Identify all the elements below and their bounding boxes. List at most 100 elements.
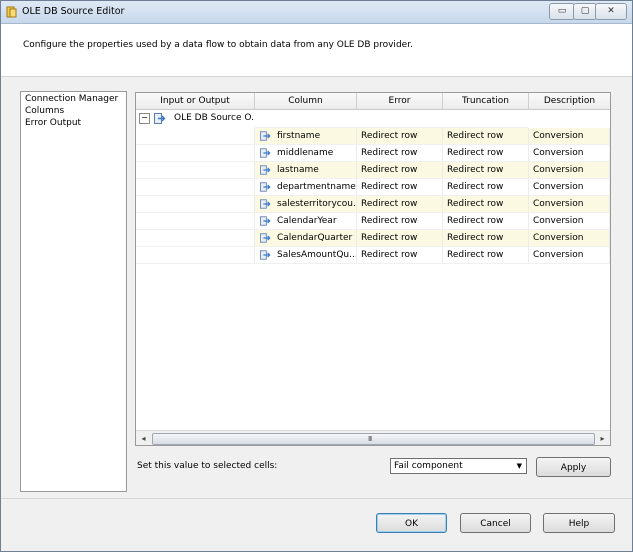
- page-navigation-list: Connection Manager Columns Error Output: [20, 91, 127, 492]
- error-action-dropdown[interactable]: Fail component ▼: [390, 458, 527, 474]
- cell-truncation-text: Redirect row: [447, 182, 504, 192]
- cell-column-text: salesterritorycou...: [277, 199, 357, 209]
- apply-button[interactable]: Apply: [536, 457, 611, 477]
- cell-error-text: Redirect row: [361, 216, 418, 226]
- nav-item-error-output[interactable]: Error Output: [25, 118, 81, 128]
- cell-column[interactable]: SalesAmountQu...: [255, 247, 357, 264]
- nav-item-connection-manager[interactable]: Connection Manager: [25, 94, 118, 104]
- cell-description[interactable]: Conversion: [529, 162, 610, 179]
- cell-description-text: Conversion: [533, 250, 584, 260]
- cell-truncation-text: Redirect row: [447, 148, 504, 158]
- cell-description[interactable]: Conversion: [529, 247, 610, 264]
- table-row[interactable]: SalesAmountQu... Redirect row Redirect row…: [136, 247, 610, 264]
- ok-button[interactable]: OK: [376, 513, 447, 533]
- dialog-window: OLE DB Source Editor ▭ ▢ ✕ Configure the…: [0, 0, 633, 552]
- cell-error[interactable]: Redirect row: [357, 179, 443, 196]
- cell-input-or-output: [136, 179, 255, 196]
- title-bar[interactable]: OLE DB Source Editor ▭ ▢ ✕: [1, 1, 632, 24]
- cell-truncation[interactable]: Redirect row: [443, 213, 529, 230]
- cell-error-text: Redirect row: [361, 250, 418, 260]
- cell-truncation[interactable]: Redirect row: [443, 230, 529, 247]
- cell-error[interactable]: Redirect row: [357, 128, 443, 145]
- dropdown-selected-value: Fail component: [394, 461, 463, 471]
- header-description[interactable]: Description: [529, 93, 610, 110]
- output-column-icon: [260, 165, 271, 175]
- output-column-icon: [260, 182, 271, 192]
- close-button[interactable]: ✕: [595, 3, 627, 20]
- cell-truncation-text: Redirect row: [447, 199, 504, 209]
- header-band: Configure the properties used by a data …: [1, 24, 632, 77]
- cell-error[interactable]: Redirect row: [357, 162, 443, 179]
- cell-truncation[interactable]: Redirect row: [443, 128, 529, 145]
- header-input-or-output[interactable]: Input or Output: [136, 93, 255, 110]
- scroll-left-icon[interactable]: ◂: [136, 431, 151, 445]
- cell-column[interactable]: CalendarYear: [255, 213, 357, 230]
- cell-truncation-text: Redirect row: [447, 250, 504, 260]
- cell-description[interactable]: Conversion: [529, 179, 610, 196]
- cell-description[interactable]: Conversion: [529, 128, 610, 145]
- cell-description[interactable]: Conversion: [529, 196, 610, 213]
- cell-error[interactable]: Redirect row: [357, 230, 443, 247]
- header-truncation[interactable]: Truncation: [443, 93, 529, 110]
- cell-error[interactable]: Redirect row: [357, 213, 443, 230]
- cell-error-text: Redirect row: [361, 233, 418, 243]
- scroll-thumb[interactable]: III: [152, 433, 595, 445]
- cell-input-or-output: [136, 213, 255, 230]
- cell-truncation[interactable]: Redirect row: [443, 179, 529, 196]
- cell-column[interactable]: lastname: [255, 162, 357, 179]
- cell-column[interactable]: departmentname: [255, 179, 357, 196]
- header-column[interactable]: Column: [255, 93, 357, 110]
- cell-description-text: Conversion: [533, 148, 584, 158]
- window-title: OLE DB Source Editor: [22, 6, 125, 17]
- cell-truncation[interactable]: Redirect row: [443, 247, 529, 264]
- cell-column[interactable]: firstname: [255, 128, 357, 145]
- table-row[interactable]: firstname Redirect row Redirect row Convers…: [136, 128, 610, 145]
- cell-error-text: Redirect row: [361, 131, 418, 141]
- output-column-icon: [260, 131, 271, 141]
- scroll-right-icon[interactable]: ▸: [595, 431, 610, 445]
- header-description: Configure the properties used by a data …: [23, 40, 413, 50]
- cell-truncation-text: Redirect row: [447, 233, 504, 243]
- cell-truncation[interactable]: Redirect row: [443, 162, 529, 179]
- output-column-icon: [260, 148, 271, 158]
- cell-description[interactable]: Conversion: [529, 230, 610, 247]
- cell-input-or-output: [136, 247, 255, 264]
- table-row[interactable]: salesterritorycou... Redirect row Redirect…: [136, 196, 610, 213]
- group-row[interactable]: − OLE DB Source O...: [136, 110, 610, 128]
- cell-truncation-text: Redirect row: [447, 216, 504, 226]
- cell-description-text: Conversion: [533, 131, 584, 141]
- cell-column[interactable]: CalendarQuarter: [255, 230, 357, 247]
- header-error[interactable]: Error: [357, 93, 443, 110]
- table-row[interactable]: departmentname Redirect row Redirect row Co…: [136, 179, 610, 196]
- table-row[interactable]: CalendarYear Redirect row Redirect row Conv…: [136, 213, 610, 230]
- cell-truncation[interactable]: Redirect row: [443, 196, 529, 213]
- table-row[interactable]: CalendarQuarter Redirect row Redirect row C…: [136, 230, 610, 247]
- cell-column[interactable]: middlename: [255, 145, 357, 162]
- cell-input-or-output: [136, 145, 255, 162]
- cell-description-text: Conversion: [533, 165, 584, 175]
- cell-column[interactable]: salesterritorycou...: [255, 196, 357, 213]
- nav-item-columns[interactable]: Columns: [25, 106, 64, 116]
- cell-column-text: middlename: [277, 148, 334, 158]
- output-column-icon: [260, 233, 271, 243]
- footer-divider: [1, 498, 632, 499]
- cell-input-or-output: [136, 162, 255, 179]
- close-icon: ✕: [607, 6, 615, 16]
- cell-description[interactable]: Conversion: [529, 213, 610, 230]
- cell-error[interactable]: Redirect row: [357, 145, 443, 162]
- cancel-button[interactable]: Cancel: [460, 513, 531, 533]
- cell-description-text: Conversion: [533, 182, 584, 192]
- horizontal-scrollbar[interactable]: ◂ III ▸: [136, 430, 610, 445]
- table-row[interactable]: middlename Redirect row Redirect row Conver…: [136, 145, 610, 162]
- minimize-button[interactable]: ▭: [549, 3, 575, 20]
- maximize-button[interactable]: ▢: [573, 3, 597, 20]
- table-row[interactable]: lastname Redirect row Redirect row Conversi…: [136, 162, 610, 179]
- cell-column-text: CalendarQuarter: [277, 233, 353, 243]
- cell-error[interactable]: Redirect row: [357, 196, 443, 213]
- cell-description[interactable]: Conversion: [529, 145, 610, 162]
- cell-truncation[interactable]: Redirect row: [443, 145, 529, 162]
- help-button[interactable]: Help: [543, 513, 615, 533]
- output-column-icon: [260, 250, 271, 260]
- collapse-toggle[interactable]: −: [139, 113, 150, 124]
- cell-error[interactable]: Redirect row: [357, 247, 443, 264]
